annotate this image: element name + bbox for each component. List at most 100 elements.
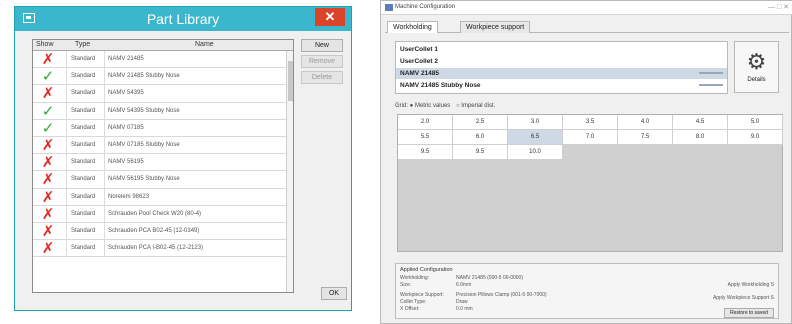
table-row[interactable]: ✗ Standard Norelem 98623: [33, 188, 288, 206]
hidden-x-icon[interactable]: ✗: [40, 51, 56, 68]
table-row[interactable]: ✗ Standard NAMV 56195: [33, 154, 288, 172]
list-item[interactable]: NAMV 21485 Stubby Nose: [396, 80, 727, 91]
tab-workpiece-support[interactable]: Workpiece support: [460, 21, 531, 33]
table-row[interactable]: ✓ Standard NAMV 21485 Stubby Nose: [33, 68, 288, 86]
grid-cell[interactable]: 8.0: [673, 130, 728, 145]
hidden-x-icon[interactable]: ✗: [40, 222, 56, 240]
column-divider: [104, 68, 105, 86]
list-item[interactable]: UserCollet 2: [396, 56, 727, 67]
grid-cell[interactable]: 2.5: [453, 115, 508, 130]
row-type: Standard: [71, 73, 96, 80]
table-row[interactable]: ✗ Standard NAMV 07185 Stubby Nose: [33, 136, 288, 155]
dialog-title: Part Library: [146, 11, 220, 27]
grid-cell[interactable]: 2.0: [398, 115, 453, 130]
grid-cell[interactable]: 9.5: [398, 145, 453, 160]
info-header: Applied Configuration: [400, 267, 453, 273]
column-divider: [104, 119, 105, 137]
delete-button[interactable]: Delete: [301, 71, 343, 84]
list-item-selected[interactable]: NAMV 21485: [396, 68, 727, 79]
list-item[interactable]: UserCollet 1: [396, 44, 727, 55]
hidden-x-icon[interactable]: ✗: [40, 240, 56, 257]
scrollbar-thumb[interactable]: [288, 61, 293, 101]
radio-imperial[interactable]: ○ Imperial dist.: [456, 103, 495, 109]
hidden-x-icon[interactable]: ✗: [40, 136, 56, 154]
machine-configuration-window: Machine Configuration — □ ✕ Workholding …: [380, 0, 792, 324]
table-row[interactable]: ✗ Standard Schrauden PCA B02-45 (12-0349): [33, 222, 288, 241]
grid-cell[interactable]: 3.5: [563, 115, 618, 130]
table-row[interactable]: ✓ Standard NAMV 54395 Stubby Nose: [33, 102, 288, 120]
grid-cell[interactable]: 7.0: [563, 130, 618, 145]
table-rows: ✗ Standard NAMV 21485 ✓ Standard NAMV 21485 S…: [33, 51, 288, 258]
table-row[interactable]: ✗ Standard Schrauden Pool Check W20 (80-4): [33, 205, 288, 223]
grid-cell[interactable]: 5.5: [398, 130, 453, 145]
table-row[interactable]: ✗ Standard Schrauden PCA I-B02-45 (12-2123…: [33, 240, 288, 258]
restore-button[interactable]: Restore to saved: [724, 308, 774, 318]
details-button[interactable]: ⚙ Details: [734, 41, 779, 93]
row-type: Standard: [71, 141, 96, 148]
row-type: Standard: [71, 245, 96, 252]
window-title-bar[interactable]: Machine Configuration — □ ✕: [381, 1, 792, 15]
part-library-dialog: Part Library ✕ Show Type Name ✗ Standard N…: [14, 6, 352, 311]
dialog-title-bar[interactable]: Part Library ✕: [15, 7, 351, 31]
grid-cell[interactable]: 9.5: [453, 145, 508, 160]
grid-cell[interactable]: 3.0: [508, 115, 563, 130]
visible-check-icon[interactable]: ✓: [40, 68, 56, 85]
grid-cell[interactable]: 5.0: [728, 115, 783, 130]
hidden-x-icon[interactable]: ✗: [40, 171, 56, 188]
tab-bar: Workholding Workpiece support: [385, 21, 789, 33]
column-divider: [66, 188, 67, 206]
info-value: 6.0mm: [456, 282, 472, 288]
remove-button[interactable]: Remove: [301, 55, 343, 68]
column-divider: [66, 119, 67, 137]
hidden-x-icon[interactable]: ✗: [40, 85, 56, 102]
table-row[interactable]: ✓ Standard NAMV 07185: [33, 119, 288, 137]
hidden-x-icon[interactable]: ✗: [40, 154, 56, 171]
grid-cell[interactable]: 7.5: [618, 130, 673, 145]
column-header-name[interactable]: Name: [195, 41, 214, 48]
row-type: Standard: [71, 107, 96, 114]
column-divider: [104, 136, 105, 154]
grid-cell[interactable]: 4.0: [618, 115, 673, 130]
row-name: NAMV 21485: [108, 56, 144, 62]
row-type: Standard: [71, 56, 96, 62]
column-divider: [66, 102, 67, 120]
table-row[interactable]: ✗ Standard NAMV 21485: [33, 51, 288, 69]
unit-radio-group: Grid: ● Metric values ○ Imperial dist.: [395, 103, 499, 109]
column-divider: [66, 222, 67, 240]
row-name: NAMV 56195 Stubby Nose: [108, 176, 180, 183]
table-row[interactable]: ✗ Standard NAMV 56195 Stubby Nose: [33, 171, 288, 189]
info-key: X Offset:: [400, 306, 420, 312]
column-divider: [66, 205, 67, 223]
table-scrollbar[interactable]: [286, 51, 293, 292]
parts-table: Show Type Name ✗ Standard NAMV 21485 ✓ Stand…: [32, 39, 294, 293]
close-button[interactable]: ✕: [315, 8, 345, 26]
apply-workpiece-support-label[interactable]: Apply Workpiece Support S: [713, 295, 774, 301]
grid-cell[interactable]: 4.5: [673, 115, 728, 130]
new-button[interactable]: New: [301, 39, 343, 52]
grid-cell[interactable]: 6.5: [508, 130, 563, 145]
column-header-type[interactable]: Type: [75, 41, 90, 48]
row-name: Schrauden Pool Check W20 (80-4): [108, 210, 202, 217]
tab-workholding[interactable]: Workholding: [387, 21, 438, 33]
hidden-x-icon[interactable]: ✗: [40, 188, 56, 206]
column-divider: [104, 51, 105, 68]
ok-button[interactable]: OK: [321, 287, 347, 300]
window-title: Machine Configuration: [395, 4, 456, 10]
hidden-x-icon[interactable]: ✗: [40, 205, 56, 223]
row-type: Standard: [71, 90, 96, 97]
column-header-show[interactable]: Show: [36, 41, 54, 48]
grid-cell[interactable]: 6.0: [453, 130, 508, 145]
grid-cell[interactable]: 9.0: [728, 130, 783, 145]
grid-cell[interactable]: 10.0: [508, 145, 563, 160]
column-divider: [104, 188, 105, 206]
table-row[interactable]: ✗ Standard NAMV 54395: [33, 85, 288, 103]
apply-workholding-label[interactable]: Apply Workholding S: [728, 282, 774, 288]
info-value: Precision Pillows Clamp (001-5 00-7000): [456, 292, 547, 298]
visible-check-icon[interactable]: ✓: [40, 119, 56, 137]
row-name: NAMV 54395: [108, 90, 144, 97]
window-controls[interactable]: — □ ✕: [768, 3, 789, 11]
column-divider: [66, 51, 67, 68]
column-divider: [66, 240, 67, 258]
visible-check-icon[interactable]: ✓: [40, 102, 56, 120]
radio-metric[interactable]: Grid: ● Metric values: [395, 103, 450, 109]
